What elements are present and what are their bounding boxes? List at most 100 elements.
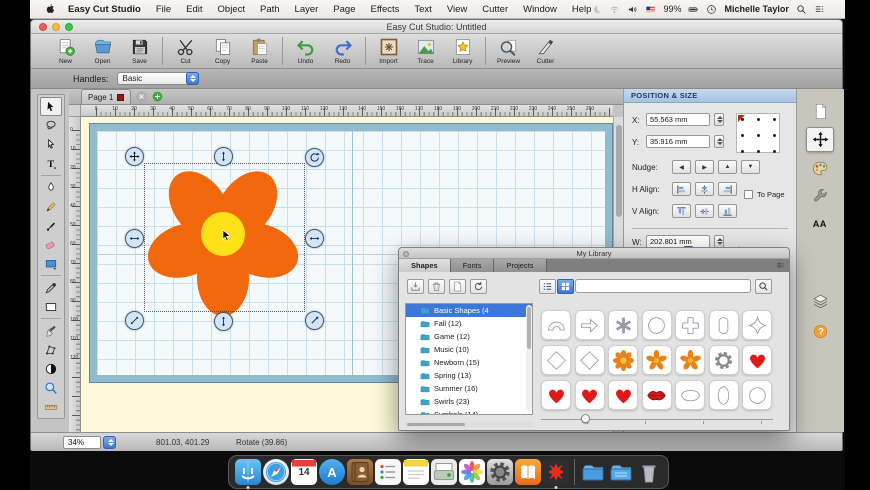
shape-tile-heart[interactable] bbox=[742, 345, 772, 375]
scrollbar-thumb[interactable] bbox=[407, 423, 465, 426]
dock-contacts-icon[interactable] bbox=[347, 459, 373, 485]
folder-list-scrollbar[interactable] bbox=[526, 305, 532, 411]
battery-icon[interactable] bbox=[688, 4, 699, 15]
menu-effects[interactable]: Effects bbox=[371, 4, 400, 15]
toolbar-trace-button[interactable]: Trace bbox=[407, 35, 444, 68]
toolbar-copy-button[interactable]: Copy bbox=[204, 35, 241, 68]
tool-fill[interactable] bbox=[40, 254, 62, 273]
spotlight-search-icon[interactable] bbox=[796, 4, 807, 15]
tool-invert[interactable] bbox=[40, 359, 62, 378]
library-folder-item[interactable]: Basic Shapes (4 bbox=[406, 304, 532, 317]
menu-window[interactable]: Window bbox=[523, 4, 557, 15]
x-field[interactable]: 55.563 mm bbox=[646, 113, 710, 126]
to-page-checkbox[interactable] bbox=[744, 190, 753, 199]
toolbar-library-button[interactable]: Library bbox=[444, 35, 481, 68]
menu-easy-cut-studio[interactable]: Easy Cut Studio bbox=[68, 4, 141, 15]
selection-handle-bl[interactable] bbox=[125, 311, 144, 330]
library-new-doc-button[interactable] bbox=[449, 279, 466, 294]
nudge-up-button[interactable]: ▲ bbox=[718, 160, 737, 174]
toolbar-cut-button[interactable]: Cut bbox=[167, 35, 204, 68]
close-page-icon[interactable] bbox=[136, 91, 147, 102]
library-tab-menu-icon[interactable] bbox=[776, 259, 785, 272]
library-tab-fonts[interactable]: Fonts bbox=[451, 259, 495, 272]
sidebar-move-button[interactable] bbox=[806, 127, 834, 152]
library-trash-button[interactable] bbox=[428, 279, 445, 294]
shape-tile-heart[interactable] bbox=[608, 380, 638, 410]
align-bottom-button[interactable] bbox=[718, 204, 737, 218]
library-folder-item[interactable]: Symbols (14) bbox=[406, 408, 532, 415]
apple-menu-icon[interactable] bbox=[44, 3, 56, 15]
menu-cutter[interactable]: Cutter bbox=[482, 4, 508, 15]
anchor-dot[interactable] bbox=[773, 118, 776, 121]
selection-handle-bc[interactable] bbox=[214, 312, 233, 331]
add-page-icon[interactable] bbox=[152, 91, 163, 102]
input-language-flag-icon[interactable] bbox=[645, 4, 656, 15]
library-tab-projects[interactable]: Projects bbox=[494, 259, 546, 272]
shape-tile-asterisk[interactable] bbox=[608, 310, 638, 340]
tool-node-edit[interactable] bbox=[40, 178, 62, 197]
toolbar-undo-button[interactable]: Undo bbox=[287, 35, 324, 68]
dock-reminders-icon[interactable] bbox=[375, 459, 401, 485]
anchor-dot[interactable] bbox=[741, 134, 744, 137]
align-center-button[interactable] bbox=[695, 182, 714, 196]
menu-path[interactable]: Path bbox=[260, 4, 280, 15]
dock-safari-icon[interactable] bbox=[263, 459, 289, 485]
library-grid-view-button[interactable] bbox=[557, 279, 574, 294]
user-menu[interactable]: Michelle Taylor bbox=[724, 4, 788, 14]
x-stepper[interactable] bbox=[714, 113, 724, 126]
time-machine-icon[interactable] bbox=[591, 4, 602, 15]
nudge-down-button[interactable]: ▼ bbox=[741, 160, 760, 174]
dock-photo-app-icon[interactable] bbox=[431, 459, 457, 485]
anchor-dot[interactable] bbox=[741, 150, 744, 153]
anchor-dot[interactable] bbox=[741, 118, 744, 121]
sidebar-fonts-button[interactable]: AA bbox=[806, 211, 834, 236]
toolbar-preview-button[interactable]: Preview bbox=[490, 35, 527, 68]
shape-tile-star4[interactable] bbox=[742, 310, 772, 340]
sidebar-help-button[interactable]: ? bbox=[806, 319, 834, 344]
shape-tile-gear[interactable] bbox=[709, 345, 739, 375]
toolbar-import-button[interactable]: Import bbox=[370, 35, 407, 68]
zoom-level-field[interactable]: 34% bbox=[63, 436, 101, 449]
shape-tile-heart[interactable] bbox=[541, 380, 571, 410]
tile-size-slider[interactable] bbox=[541, 414, 773, 424]
shape-tile-arch[interactable] bbox=[541, 310, 571, 340]
anchor-dot[interactable] bbox=[757, 134, 760, 137]
folder-list-hscrollbar[interactable] bbox=[405, 422, 533, 427]
sidebar-layers-button[interactable] bbox=[806, 289, 834, 314]
dock-app-store-icon[interactable]: A bbox=[319, 459, 345, 485]
wifi-icon[interactable] bbox=[609, 4, 620, 15]
scrollbar-thumb[interactable] bbox=[527, 307, 531, 349]
library-folder-item[interactable]: Fall (12) bbox=[406, 317, 532, 330]
shape-tile-circle[interactable] bbox=[642, 310, 672, 340]
dock-notes-icon[interactable] bbox=[403, 459, 429, 485]
selection-handle-mr[interactable] bbox=[305, 229, 324, 248]
selection-handle-tc[interactable] bbox=[214, 147, 233, 166]
dropdown-stepper-icon[interactable] bbox=[186, 72, 199, 85]
shape-tile-heart[interactable] bbox=[575, 380, 605, 410]
dock-calendar-icon[interactable]: 14 bbox=[291, 459, 317, 485]
anchor-dot[interactable] bbox=[757, 150, 760, 153]
library-folder-item[interactable]: Game (12) bbox=[406, 330, 532, 343]
anchor-dot[interactable] bbox=[773, 150, 776, 153]
align-middle-button[interactable] bbox=[695, 204, 714, 218]
library-tab-shapes[interactable]: Shapes bbox=[399, 259, 451, 272]
dock-finder-icon[interactable] bbox=[235, 459, 261, 485]
library-folder-item[interactable]: Music (10) bbox=[406, 343, 532, 356]
tool-measure[interactable] bbox=[40, 397, 62, 416]
menu-object[interactable]: Object bbox=[218, 4, 245, 15]
scrollbar-thumb[interactable] bbox=[616, 125, 622, 217]
page-color-swatch[interactable] bbox=[117, 94, 124, 101]
shape-tile-arrow[interactable] bbox=[575, 310, 605, 340]
selection-handle-tl[interactable] bbox=[125, 147, 144, 166]
menu-text[interactable]: Text bbox=[414, 4, 431, 15]
shape-tile-ellipse-h[interactable] bbox=[675, 380, 705, 410]
tool-knife[interactable] bbox=[40, 321, 62, 340]
dock-easy-cut-studio-icon[interactable] bbox=[543, 459, 569, 485]
dock-photos-icon[interactable] bbox=[459, 459, 485, 485]
slider-thumb[interactable] bbox=[581, 414, 590, 423]
anchor-dot[interactable] bbox=[773, 134, 776, 137]
page-tab[interactable]: Page 1 bbox=[81, 89, 131, 104]
tool-polygon[interactable] bbox=[40, 340, 62, 359]
handles-dropdown[interactable]: Basic bbox=[117, 72, 199, 85]
menu-edit[interactable]: Edit bbox=[186, 4, 202, 15]
